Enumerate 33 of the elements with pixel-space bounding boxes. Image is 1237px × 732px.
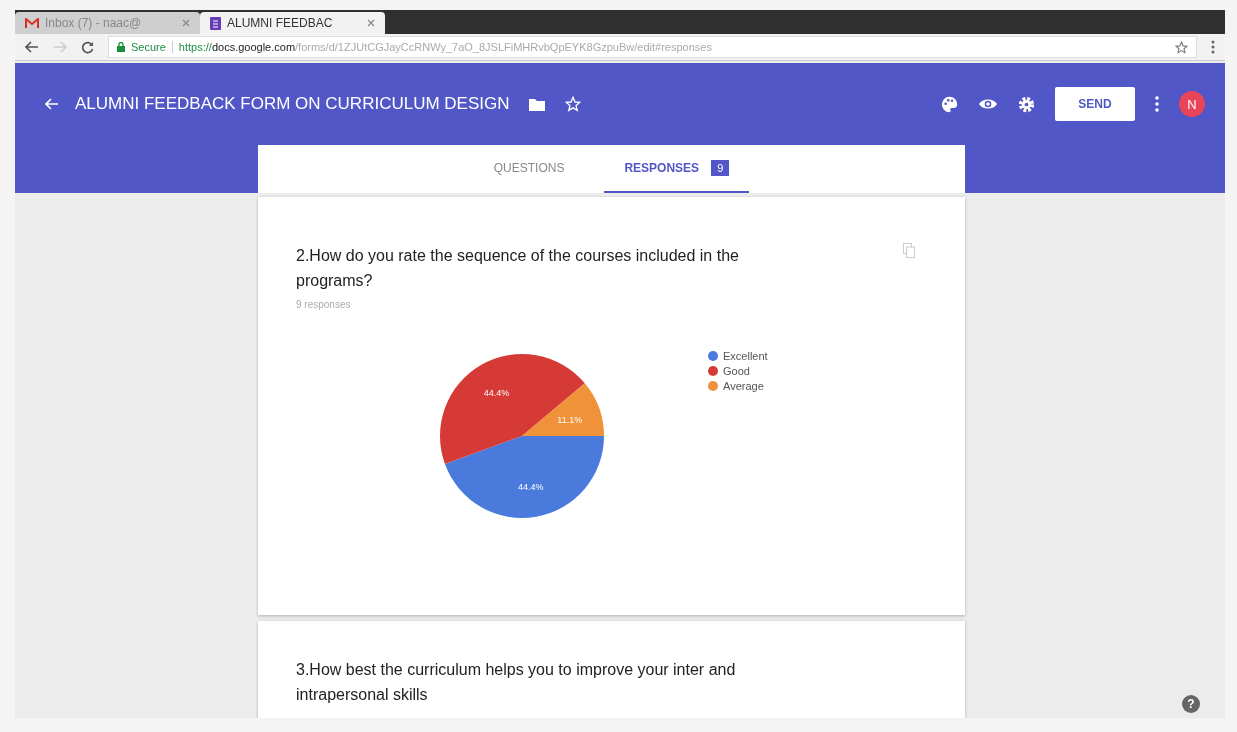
eye-icon[interactable] (978, 97, 998, 111)
help-button[interactable]: ? (1182, 695, 1200, 713)
reload-icon[interactable] (81, 40, 94, 54)
address-bar[interactable]: Secure https://docs.google.com/forms/d/1ZJUtCGJayCcRNWy_7aO_8JSLFiMHRvbQpEYK8GzpuBw/edit#responses (108, 36, 1197, 58)
legend-label: Average (723, 380, 764, 392)
menu-icon[interactable] (1211, 40, 1215, 54)
question-title: 3.How best the curriculum helps you to improve your inter and intrapersonal skills (296, 660, 737, 705)
back-icon[interactable] (25, 41, 39, 53)
browser-tab[interactable]: ALUMNI FEEDBAC (200, 12, 385, 34)
form-title: ALUMNI FEEDBACK FORM ON CURRICULUM DESIGN (75, 94, 510, 114)
form-tab[interactable]: RESPONSES 9 (604, 145, 750, 193)
legend-label: Excellent (723, 350, 768, 362)
count-badge: 9 (711, 160, 730, 176)
avatar[interactable]: N (1179, 91, 1205, 117)
folder-icon[interactable] (529, 97, 546, 111)
more-icon[interactable] (1155, 96, 1159, 112)
lock-icon (117, 42, 125, 52)
url-text: https://docs.google.com/forms/d/1ZJUtCGJayCcRNWy_7aO_8JSLFiMHRvbQpEYK8GzpuBw/edit#responses (178, 41, 712, 53)
palette-icon[interactable] (941, 95, 958, 113)
response-count: 9 responses (296, 299, 352, 310)
slice-label: 44.4% (483, 387, 510, 398)
close-icon[interactable] (367, 19, 375, 27)
settings-icon[interactable] (1018, 95, 1035, 113)
send-button[interactable]: SEND (1055, 87, 1135, 121)
slice-label: 44.4% (518, 482, 544, 493)
slice-label: 11.1% (557, 414, 583, 425)
mail-icon (25, 17, 39, 29)
star-icon[interactable] (1175, 40, 1188, 54)
question-title: 2.How do you rate the sequence of the courses included in the programs? (296, 246, 740, 291)
form-icon (210, 16, 221, 30)
legend-label: Good (723, 365, 750, 377)
form-tab[interactable]: QUESTIONS (473, 145, 585, 193)
security-label: Secure (131, 41, 173, 53)
